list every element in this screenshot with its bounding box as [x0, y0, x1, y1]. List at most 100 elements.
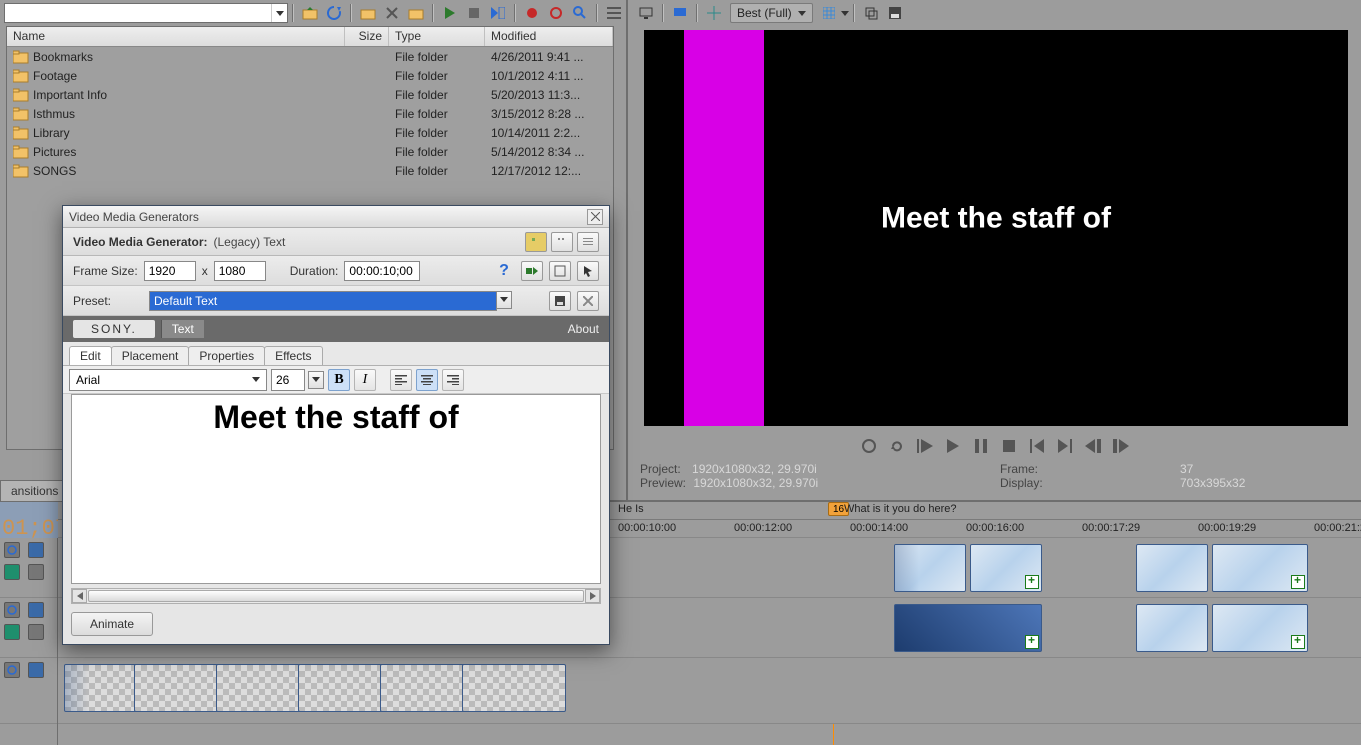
pause-button[interactable] [970, 435, 992, 457]
clip[interactable] [970, 544, 1042, 592]
track-motion-icon[interactable] [28, 624, 44, 640]
record-button[interactable] [521, 2, 543, 24]
play-button[interactable] [439, 2, 461, 24]
tab-edit[interactable]: Edit [69, 346, 112, 365]
width-input[interactable] [144, 261, 196, 281]
go-to-start-button[interactable] [1026, 435, 1048, 457]
clip[interactable] [216, 664, 308, 712]
next-frame-button[interactable] [1110, 435, 1132, 457]
favorites-button[interactable] [405, 2, 427, 24]
stop-button[interactable] [998, 435, 1020, 457]
file-row[interactable]: Important InfoFile folder5/20/2013 11:3.… [7, 85, 613, 104]
bold-button[interactable]: B [328, 369, 350, 391]
file-row[interactable]: BookmarksFile folder4/26/2011 9:41 ... [7, 47, 613, 66]
video-preview[interactable]: Meet the staff of [644, 30, 1348, 426]
autoplay-button[interactable] [487, 2, 509, 24]
track-motion-icon[interactable] [28, 564, 44, 580]
delete-button[interactable] [381, 2, 403, 24]
scrollbar-thumb[interactable] [88, 590, 584, 602]
external-monitor-button[interactable] [669, 2, 691, 24]
automation-icon[interactable] [28, 542, 44, 558]
font-combo[interactable]: Arial [69, 369, 267, 391]
preset-combo[interactable]: Default Text [149, 291, 497, 311]
align-center-button[interactable] [416, 369, 438, 391]
path-combo[interactable] [4, 3, 288, 23]
clip[interactable] [380, 664, 472, 712]
horizontal-scrollbar[interactable] [71, 588, 601, 604]
file-row[interactable]: IsthmusFile folder3/15/2012 8:28 ... [7, 104, 613, 123]
plugin-view-small-button[interactable] [551, 232, 573, 252]
tab-transitions[interactable]: ansitions [0, 480, 69, 501]
play-from-start-button[interactable] [914, 435, 936, 457]
tab-properties[interactable]: Properties [188, 346, 265, 365]
clip[interactable] [1212, 544, 1308, 592]
italic-button[interactable]: I [354, 369, 376, 391]
snapshot-button[interactable] [635, 2, 657, 24]
loop-button[interactable] [545, 2, 567, 24]
plugin-view-list-button[interactable] [577, 232, 599, 252]
tab-placement[interactable]: Placement [111, 346, 190, 365]
col-modified[interactable]: Modified [485, 27, 613, 46]
about-link[interactable]: About [568, 322, 599, 336]
clip[interactable] [1136, 604, 1208, 652]
grid-button[interactable] [818, 2, 840, 24]
dialog-close-button[interactable] [587, 209, 603, 225]
clip[interactable] [894, 604, 1042, 652]
up-folder-button[interactable] [299, 2, 321, 24]
bypass-fx-icon[interactable] [4, 542, 20, 558]
bypass-fx-icon[interactable] [4, 662, 20, 678]
refresh-button[interactable] [323, 2, 345, 24]
height-input[interactable] [214, 261, 266, 281]
animate-button[interactable]: Animate [71, 612, 153, 636]
col-size[interactable]: Size [345, 27, 389, 46]
align-right-button[interactable] [442, 369, 464, 391]
quality-dropdown[interactable]: Best (Full) [730, 3, 813, 23]
track-header-3[interactable] [0, 658, 57, 724]
file-row[interactable]: LibraryFile folder10/14/2011 2:2... [7, 123, 613, 142]
scroll-right-button[interactable] [585, 589, 600, 603]
views-button[interactable] [603, 2, 625, 24]
record-button[interactable] [858, 435, 880, 457]
file-row[interactable]: FootageFile folder10/1/2012 4:11 ... [7, 66, 613, 85]
delete-preset-button[interactable] [577, 291, 599, 311]
track-fx-icon[interactable] [4, 564, 20, 580]
clip[interactable] [1136, 544, 1208, 592]
align-left-button[interactable] [390, 369, 412, 391]
preset-dropdown-button[interactable] [496, 291, 512, 309]
automation-icon[interactable] [28, 602, 44, 618]
prev-frame-button[interactable] [1082, 435, 1104, 457]
duration-input[interactable] [344, 261, 420, 281]
path-dropdown-button[interactable] [271, 4, 287, 22]
clip[interactable] [298, 664, 390, 712]
clip[interactable] [1212, 604, 1308, 652]
replace-plugin-button[interactable] [521, 261, 543, 281]
play-button[interactable] [942, 435, 964, 457]
search-button[interactable] [569, 2, 591, 24]
vmg-titlebar[interactable]: Video Media Generators [63, 206, 609, 228]
col-type[interactable]: Type [389, 27, 485, 46]
select-button[interactable] [577, 261, 599, 281]
col-name[interactable]: Name [7, 27, 345, 46]
scale-button[interactable] [703, 2, 725, 24]
size-combo[interactable]: 26 [271, 369, 305, 391]
plugin-view-large-button[interactable] [525, 232, 547, 252]
open-button[interactable] [357, 2, 379, 24]
clip[interactable] [64, 664, 144, 712]
file-row[interactable]: PicturesFile folder5/14/2012 8:34 ... [7, 142, 613, 161]
save-preset-button[interactable] [549, 291, 571, 311]
tab-effects[interactable]: Effects [264, 346, 322, 365]
track-fx-icon[interactable] [4, 624, 20, 640]
size-dropdown-button[interactable] [308, 371, 324, 389]
copy-snapshot-button[interactable] [860, 2, 882, 24]
help-button[interactable]: ? [493, 261, 515, 281]
track-3[interactable] [58, 658, 1361, 724]
text-canvas[interactable]: Meet the staff of [71, 394, 601, 584]
track-header-2[interactable] [0, 598, 57, 658]
track-header-1[interactable] [0, 538, 57, 598]
scroll-left-button[interactable] [72, 589, 87, 603]
clip[interactable] [894, 544, 966, 592]
loop-button[interactable] [886, 435, 908, 457]
bypass-fx-icon[interactable] [4, 602, 20, 618]
stop-button[interactable] [463, 2, 485, 24]
clip[interactable] [462, 664, 566, 712]
